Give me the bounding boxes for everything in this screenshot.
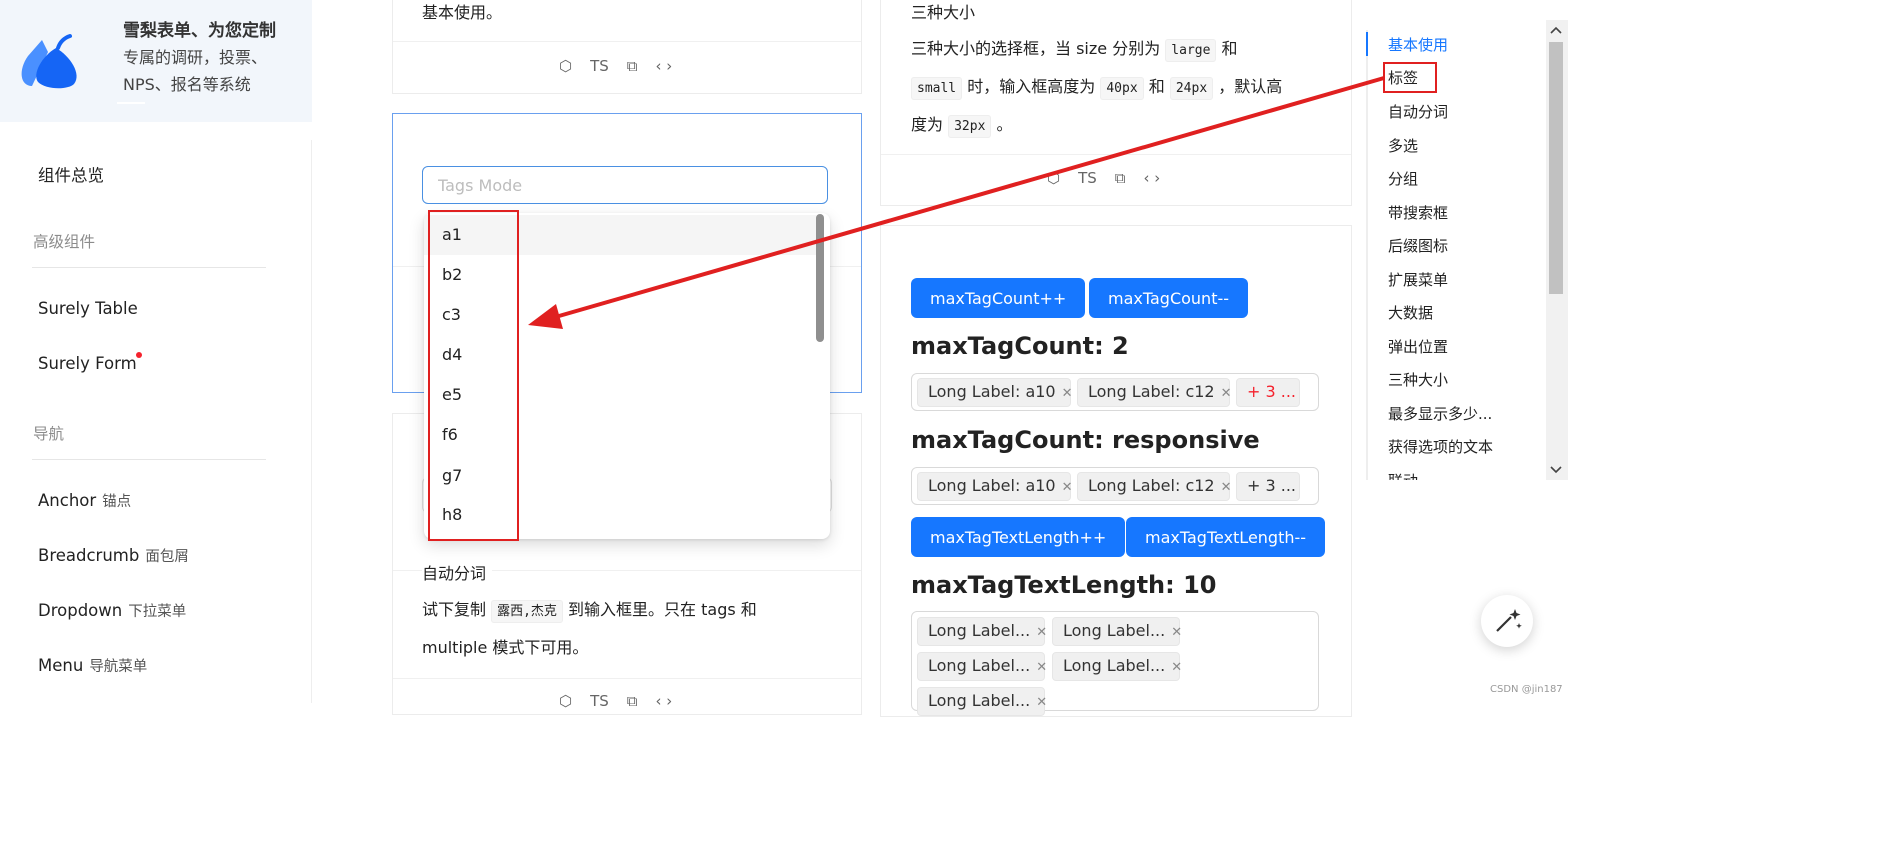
annotation-arrow (528, 76, 1385, 329)
watermark: CSDN @jin187 (1490, 684, 1563, 695)
magic-wand-icon (1496, 609, 1522, 632)
magic-wand-button[interactable] (1481, 595, 1533, 647)
